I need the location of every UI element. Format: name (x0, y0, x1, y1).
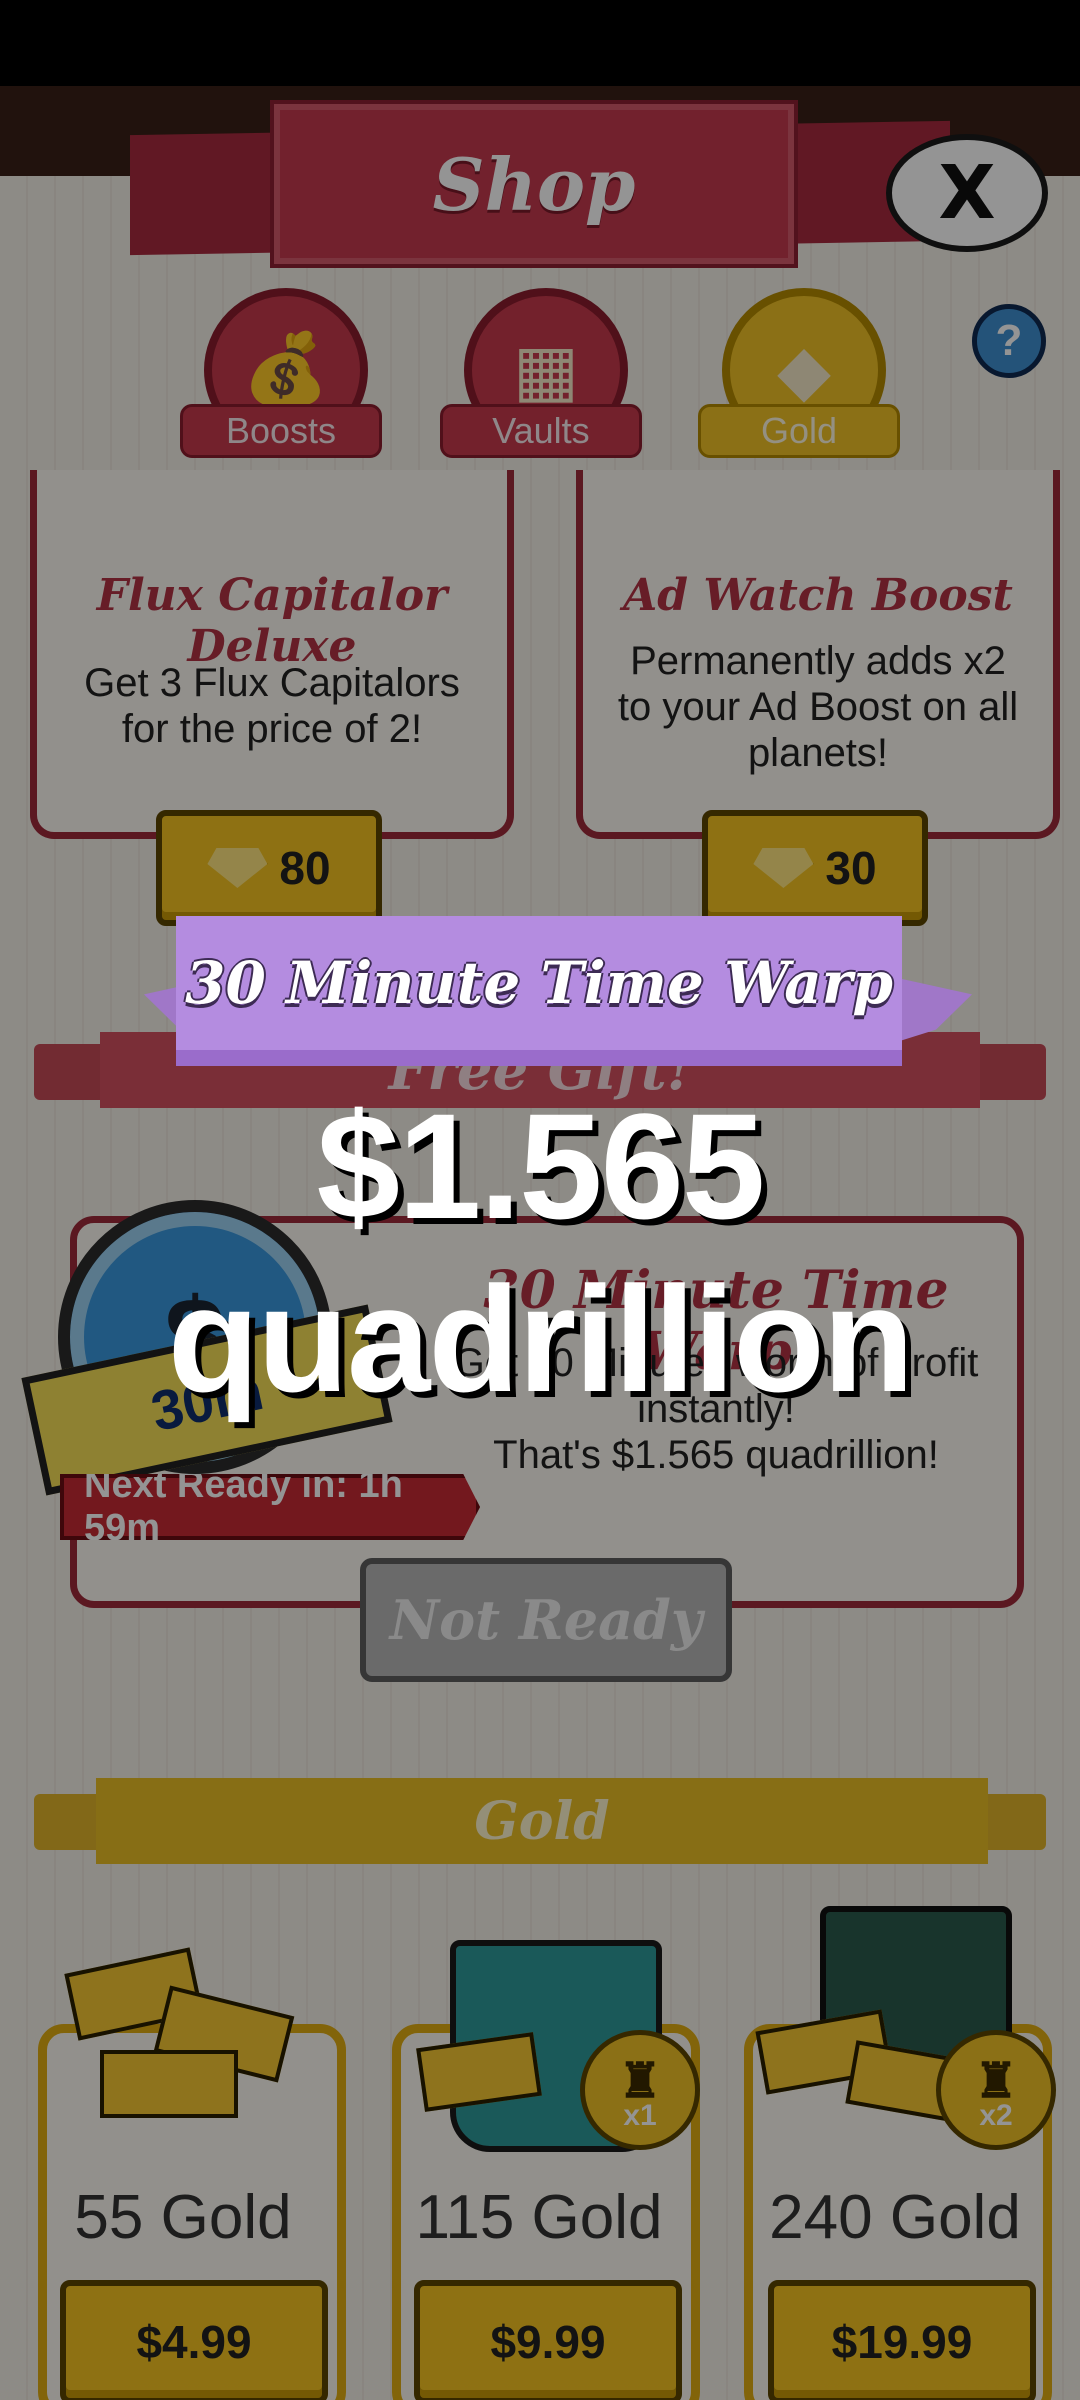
popup-value: $1.565 quadrillion (167, 1082, 915, 1423)
popup-title: 30 Minute Time Warp (185, 949, 893, 1017)
popup-ribbon: 30 Minute Time Warp (176, 916, 902, 1066)
shop-screen: Shop X 💰 Boosts ▦ Vaults ◆ Gold ? 194 ₦ … (0, 0, 1080, 2400)
